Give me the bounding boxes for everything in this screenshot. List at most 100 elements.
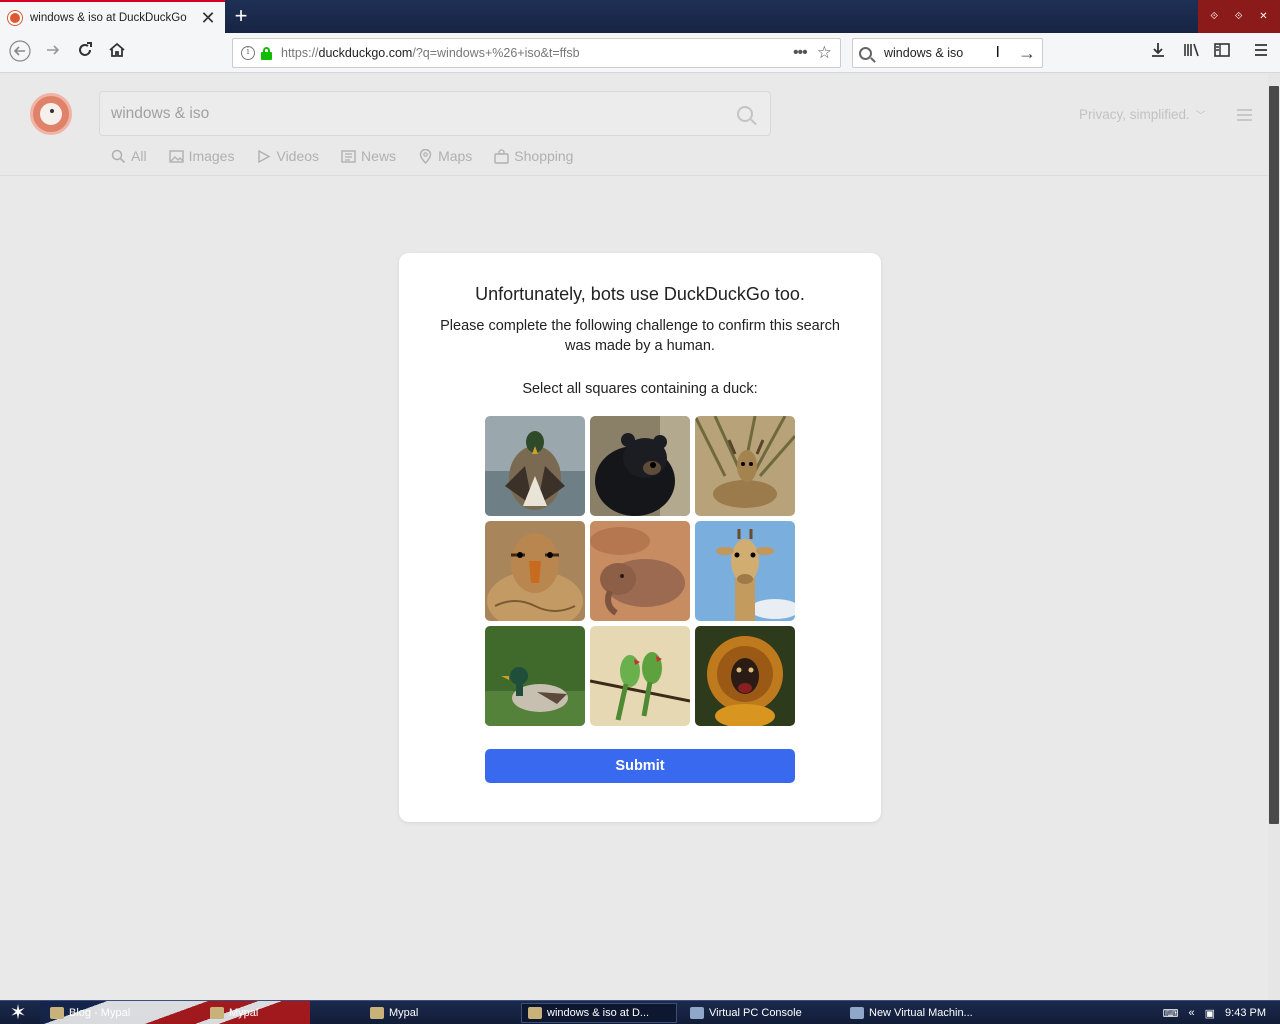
- url-prefix: https://: [281, 46, 319, 60]
- shopping-icon: [494, 148, 509, 164]
- ddg-search-input[interactable]: windows & iso: [111, 105, 737, 123]
- bookmark-star-icon[interactable]: ☆: [817, 43, 832, 63]
- lock-icon: [261, 46, 272, 60]
- captcha-tile-deer[interactable]: [695, 416, 795, 516]
- tab-images[interactable]: Images: [168, 148, 235, 164]
- tab-videos[interactable]: Videos: [256, 148, 319, 164]
- search-vertical-tabs: All Images Videos News Maps Shopping: [111, 148, 595, 164]
- privacy-label: Privacy, simplified.: [1079, 107, 1190, 122]
- menu-button[interactable]: [1248, 40, 1274, 66]
- tray-chevron-icon[interactable]: «: [1189, 1007, 1195, 1019]
- sidebar-icon: [1214, 43, 1230, 57]
- url-text[interactable]: https://duckduckgo.com/?q=windows+%26+is…: [281, 46, 793, 60]
- keyboard-icon[interactable]: ⌨: [1163, 1007, 1179, 1020]
- deer-image: [695, 416, 795, 516]
- captcha-tile-parrots[interactable]: [590, 626, 690, 726]
- start-star-icon[interactable]: ✶: [6, 1002, 30, 1024]
- parrots-image: [590, 626, 690, 726]
- forward-button[interactable]: [40, 40, 66, 66]
- captcha-tile-duck[interactable]: [485, 416, 585, 516]
- hamburger-menu-icon: [1255, 44, 1267, 56]
- url-host: duckduckgo.com: [318, 46, 413, 60]
- taskbar-item-new-virtual-machine[interactable]: New Virtual Machin...: [850, 1003, 1000, 1023]
- page-scrollbar-thumb[interactable]: [1269, 86, 1279, 824]
- search-go-arrow-icon[interactable]: →: [1018, 43, 1036, 64]
- taskbar-item-label: Blog - Mypal: [69, 1007, 131, 1019]
- ddg-header: windows & iso Privacy, simplified. ﹀ All …: [0, 74, 1268, 176]
- videos-icon: [258, 149, 271, 163]
- page-actions-icon[interactable]: •••: [793, 44, 808, 62]
- ddg-menu-icon[interactable]: [1237, 109, 1252, 124]
- tab-maps[interactable]: Maps: [418, 148, 472, 164]
- captcha-tile-bear[interactable]: [590, 416, 690, 516]
- reload-button[interactable]: [72, 40, 98, 66]
- mypal-icon: [528, 1007, 542, 1019]
- captcha-tile-giraffe[interactable]: [695, 521, 795, 621]
- duckduckgo-logo[interactable]: [30, 93, 72, 135]
- tab-images-label: Images: [188, 148, 235, 164]
- captcha-subtitle: Please complete the following challenge …: [440, 318, 840, 354]
- browser-search-bar[interactable]: windows & iso I →: [852, 38, 1043, 68]
- captcha-tile-duck[interactable]: [485, 626, 585, 726]
- duck-image: [485, 416, 585, 516]
- tab-news-label: News: [361, 148, 397, 164]
- search-icon[interactable]: [737, 105, 753, 122]
- captcha-tile-monkey[interactable]: [695, 626, 795, 726]
- sidebar-button[interactable]: [1209, 40, 1235, 66]
- ddg-search-box[interactable]: windows & iso: [99, 91, 771, 136]
- url-bar[interactable]: i https://duckduckgo.com/?q=windows+%26+…: [232, 38, 841, 68]
- forward-arrow-icon: [47, 45, 60, 55]
- new-tab-button[interactable]: +: [229, 3, 253, 29]
- mypal-icon: [210, 1007, 224, 1019]
- tab-all[interactable]: All: [111, 148, 147, 164]
- clock[interactable]: 9:43 PM: [1225, 1007, 1266, 1019]
- virtual-pc-icon: [690, 1007, 704, 1019]
- tab-bar: windows & iso at DuckDuckGo ✕ + ⟐ ⟐ ✕: [0, 0, 1280, 33]
- maximize-button[interactable]: ⟐: [1235, 11, 1243, 22]
- site-info-icon[interactable]: i: [241, 46, 255, 60]
- tab-news[interactable]: News: [341, 148, 396, 164]
- minimize-button[interactable]: ⟐: [1210, 11, 1218, 22]
- browser-search-input[interactable]: windows & iso: [884, 46, 996, 60]
- captcha-tile-elephant[interactable]: [590, 521, 690, 621]
- captcha-title: Unfortunately, bots use DuckDuckGo too.: [475, 284, 805, 304]
- duck-icon: [38, 101, 64, 127]
- elephant-image: [590, 521, 690, 621]
- captcha-card: Unfortunately, bots use DuckDuckGo too. …: [399, 253, 881, 822]
- downloads-button[interactable]: [1145, 40, 1171, 66]
- privacy-dropdown[interactable]: Privacy, simplified. ﹀: [1079, 107, 1206, 122]
- close-window-button[interactable]: ✕: [1259, 11, 1267, 22]
- taskbar-item-virtual-pc-console[interactable]: Virtual PC Console: [690, 1003, 840, 1023]
- os-taskbar: ✶ Blog - Mypal Mypal Mypal windows & iso…: [0, 1000, 1280, 1024]
- system-tray: ⌨ « ▣ 9:43 PM: [1140, 1001, 1280, 1024]
- library-icon: [1184, 43, 1199, 57]
- reload-icon: [79, 42, 92, 56]
- chevron-down-icon: ﹀: [1195, 111, 1206, 122]
- taskbar-item-mypal[interactable]: Mypal: [370, 1003, 520, 1023]
- home-button[interactable]: [104, 40, 130, 66]
- library-button[interactable]: [1178, 40, 1204, 66]
- taskbar-item-mypal[interactable]: Mypal: [210, 1003, 360, 1023]
- bear-image: [590, 416, 690, 516]
- browser-tab[interactable]: windows & iso at DuckDuckGo ✕: [0, 0, 225, 33]
- home-icon: [109, 42, 125, 57]
- tab-close-icon[interactable]: ✕: [199, 9, 217, 27]
- submit-button[interactable]: Submit: [485, 749, 795, 783]
- tab-shopping[interactable]: Shopping: [494, 148, 573, 164]
- tab-shopping-label: Shopping: [514, 148, 574, 164]
- captcha-tile-duck[interactable]: [485, 521, 585, 621]
- giraffe-image: [695, 521, 795, 621]
- monkey-image: [695, 626, 795, 726]
- duckduckgo-favicon-icon: [8, 10, 22, 25]
- taskbar-item-blog-mypal[interactable]: Blog - Mypal: [50, 1003, 200, 1023]
- captcha-prompt: Select all squares containing a duck:: [522, 381, 758, 397]
- download-icon: [1152, 43, 1164, 57]
- network-icon[interactable]: ▣: [1205, 1007, 1215, 1020]
- back-button[interactable]: [7, 40, 33, 66]
- taskbar-item-active-browser[interactable]: windows & iso at D...: [521, 1003, 677, 1023]
- maps-icon: [419, 148, 432, 164]
- tab-maps-label: Maps: [438, 148, 473, 164]
- duck-image: [485, 521, 585, 621]
- taskbar-item-label: Mypal: [389, 1007, 419, 1019]
- taskbar-item-label: Virtual PC Console: [709, 1007, 802, 1019]
